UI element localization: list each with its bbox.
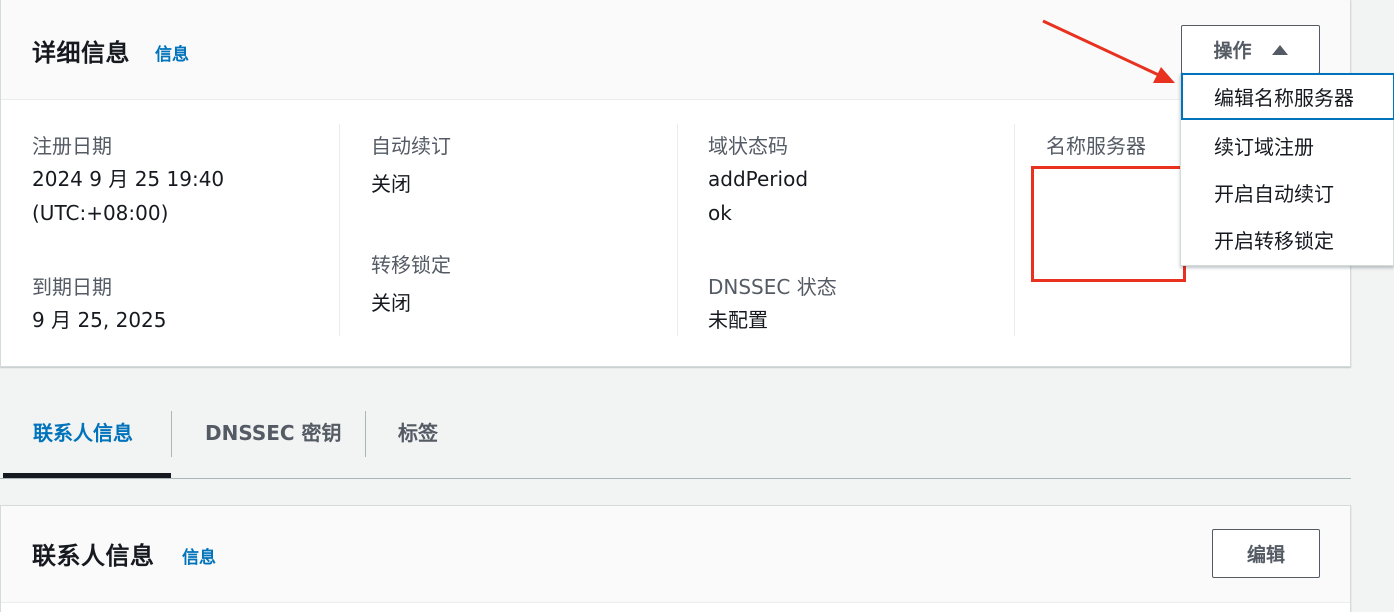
contact-card-body [1, 603, 1350, 612]
domain-status-label: 域状态码 [708, 134, 788, 158]
tab-separator [171, 411, 172, 457]
annotation-arrow-icon [1042, 19, 1175, 83]
details-info-link[interactable]: 信息 [155, 40, 189, 65]
auto-renew-label: 自动续订 [371, 134, 451, 158]
tab-dnssec-keys[interactable]: DNSSEC 密钥 [205, 386, 342, 476]
registration-date-line2: (UTC:+08:00) [32, 201, 169, 225]
actions-button[interactable]: 操作 [1181, 25, 1320, 74]
transfer-lock-value: 关闭 [371, 291, 411, 315]
column-divider [1014, 124, 1015, 336]
active-tab-indicator [3, 473, 171, 478]
menu-item-renew-domain[interactable]: 续订域注册 [1181, 122, 1394, 169]
column-divider [339, 124, 340, 336]
expiration-date-value: 9 月 25, 2025 [32, 308, 167, 332]
registration-date-label: 注册日期 [32, 134, 112, 158]
dnssec-status-label: DNSSEC 状态 [708, 275, 837, 299]
tab-tags[interactable]: 标签 [398, 386, 438, 476]
expiration-date-label: 到期日期 [32, 275, 112, 299]
domain-status-values: addPeriod ok [708, 162, 808, 230]
domain-status-code: ok [708, 201, 732, 225]
name-servers-highlight-box [1031, 166, 1186, 282]
domain-details-page: 详细信息 信息 注册日期 2024 9 月 25 19:40 (UTC:+08:… [0, 0, 1394, 612]
menu-item-enable-auto-renew[interactable]: 开启自动续订 [1181, 169, 1394, 216]
tab-contact-info[interactable]: 联系人信息 [33, 386, 133, 476]
edit-button[interactable]: 编辑 [1212, 529, 1320, 578]
actions-dropdown-menu: 编辑名称服务器 续订域注册 开启自动续订 开启转移锁定 [1180, 73, 1394, 266]
tab-baseline [0, 478, 1351, 479]
tab-bar: 联系人信息 DNSSEC 密钥 标签 [0, 386, 1351, 479]
caret-up-icon [1271, 44, 1288, 55]
details-title: 详细信息 [32, 39, 130, 67]
menu-item-enable-transfer-lock[interactable]: 开启转移锁定 [1181, 216, 1394, 263]
registration-date-line1: 2024 9 月 25 19:40 [32, 167, 225, 191]
auto-renew-value: 关闭 [371, 172, 411, 196]
dnssec-status-value: 未配置 [708, 308, 768, 332]
domain-status-code: addPeriod [708, 167, 809, 191]
name-servers-label: 名称服务器 [1046, 134, 1146, 158]
transfer-lock-label: 转移锁定 [371, 253, 451, 277]
actions-button-label: 操作 [1213, 41, 1252, 62]
contact-title: 联系人信息 [32, 542, 155, 570]
registration-date-value: 2024 9 月 25 19:40 (UTC:+08:00) [32, 162, 224, 230]
menu-item-edit-name-servers[interactable]: 编辑名称服务器 [1181, 73, 1394, 120]
column-divider [677, 124, 678, 336]
contact-card: 联系人信息 信息 编辑 [0, 505, 1351, 612]
contact-info-link[interactable]: 信息 [182, 543, 216, 568]
tab-separator [365, 411, 366, 457]
